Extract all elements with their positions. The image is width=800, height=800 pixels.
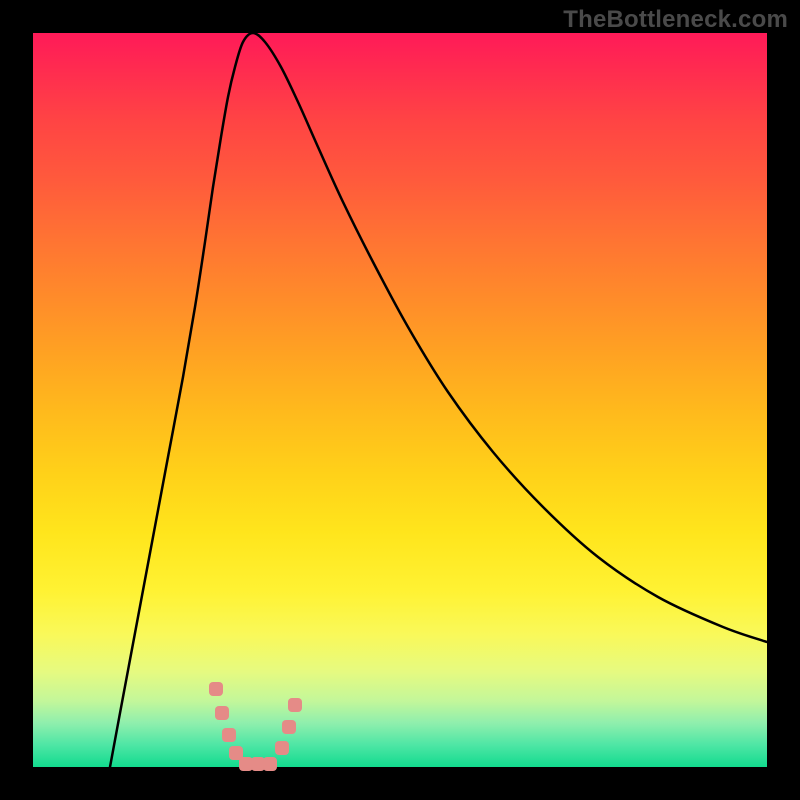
highlight-marker <box>215 706 229 720</box>
highlight-marker <box>222 728 236 742</box>
highlight-marker <box>251 757 265 771</box>
highlight-marker <box>209 682 223 696</box>
highlight-marker <box>263 757 277 771</box>
bottleneck-curve <box>110 33 767 767</box>
highlight-marker <box>275 741 289 755</box>
curve-svg <box>33 33 767 767</box>
highlight-marker <box>282 720 296 734</box>
highlight-markers <box>209 682 302 771</box>
watermark-text: TheBottleneck.com <box>563 6 788 34</box>
plot-area <box>33 33 767 767</box>
chart-frame: TheBottleneck.com <box>0 0 800 800</box>
highlight-marker <box>288 698 302 712</box>
highlight-marker <box>239 757 253 771</box>
